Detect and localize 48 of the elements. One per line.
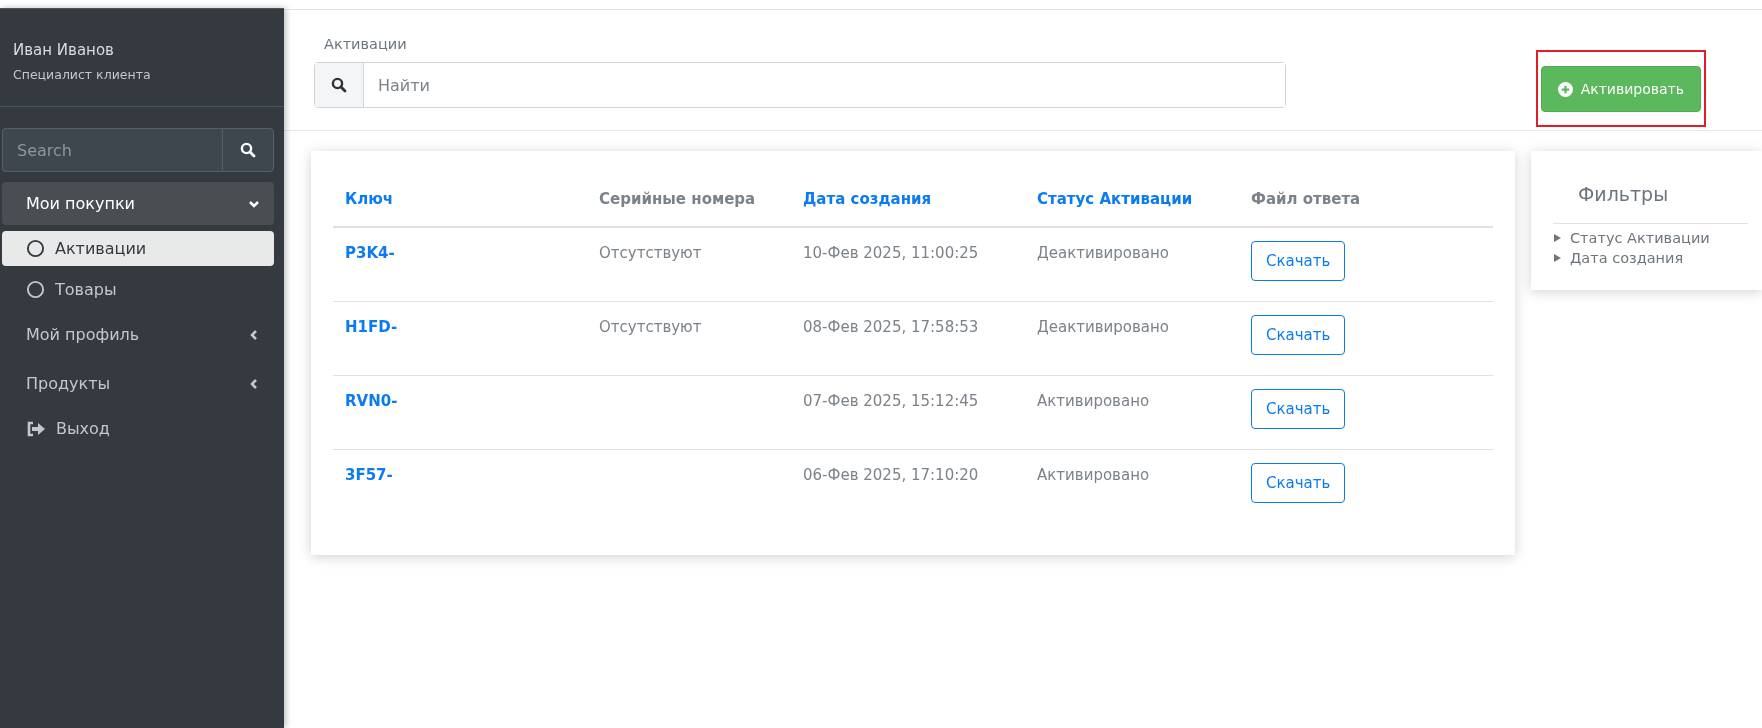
key-link[interactable]: 3F57- <box>333 449 587 523</box>
nav-item[interactable]: Активации <box>2 231 274 266</box>
table-cell: Деактивировано <box>1025 301 1239 376</box>
download-button[interactable]: Скачать <box>1251 463 1346 503</box>
column-header[interactable]: Дата создания <box>791 176 1025 227</box>
nav-group-item[interactable]: Мои покупки <box>2 182 274 225</box>
circle-icon <box>26 239 45 258</box>
table-cell: 06-Фев 2025, 17:10:20 <box>791 449 1025 523</box>
exit-icon <box>26 420 46 437</box>
filter-item[interactable]: Статус Активации <box>1553 230 1748 246</box>
triangle-icon <box>1553 254 1561 262</box>
search-icon <box>331 77 347 93</box>
search-icon <box>240 142 256 158</box>
chevron-left-icon <box>248 328 260 341</box>
chevron-left-icon <box>248 377 260 390</box>
search-button[interactable] <box>222 128 274 172</box>
table-cell: Активировано <box>1025 375 1239 450</box>
nav-group-item[interactable]: Продукты <box>2 362 274 405</box>
table-cell: 07-Фев 2025, 15:12:45 <box>791 375 1025 450</box>
table-cell: 10-Фев 2025, 11:00:25 <box>791 227 1025 302</box>
search-field[interactable]: Search <box>2 128 222 172</box>
activate-button[interactable]: Активировать <box>1540 66 1701 112</box>
filter-item[interactable]: Дата создания <box>1553 250 1748 266</box>
user-role: Специалист клиента <box>13 67 152 82</box>
table-cell: Деактивировано <box>1025 227 1239 302</box>
column-header[interactable]: Ключ <box>333 176 587 227</box>
column-header: Серийные номера <box>587 176 791 227</box>
nav-group-item[interactable]: Мой профиль <box>2 313 274 356</box>
plus-circle-icon <box>1557 81 1573 97</box>
filter-title: Фильтры <box>1553 183 1748 224</box>
column-header: Файл ответа <box>1239 176 1493 227</box>
key-link[interactable]: RVN0- <box>333 375 587 450</box>
key-link[interactable]: H1FD- <box>333 301 587 376</box>
column-header[interactable]: Статус Активации <box>1025 176 1239 227</box>
download-button[interactable]: Скачать <box>1251 389 1346 429</box>
table-cell: Активировано <box>1025 449 1239 523</box>
triangle-icon <box>1553 234 1561 242</box>
table-cell: Отсутствуют <box>587 227 791 302</box>
download-button[interactable]: Скачать <box>1251 241 1346 281</box>
page-title: Активации <box>324 36 408 52</box>
circle-icon <box>26 280 45 299</box>
download-button[interactable]: Скачать <box>1251 315 1346 355</box>
table-cell: Отсутствуют <box>587 301 791 376</box>
key-link[interactable]: P3K4- <box>333 227 587 302</box>
table-cell: 08-Фев 2025, 17:58:53 <box>791 301 1025 376</box>
user-name: Иван Иванов <box>13 41 115 59</box>
logout-item[interactable]: Выход <box>2 411 274 446</box>
nav-item[interactable]: Товары <box>2 272 274 307</box>
